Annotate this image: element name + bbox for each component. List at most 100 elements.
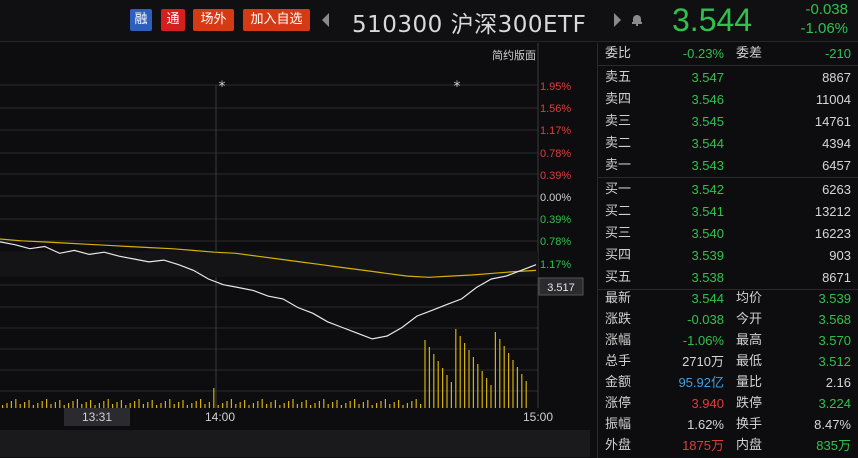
volume-bar — [283, 403, 285, 408]
stat-value: 3.544 — [691, 291, 724, 306]
add-watchlist-button[interactable]: 加入自选 — [243, 9, 310, 31]
stat-row: 外盘 1875万 内盘 835万 — [598, 435, 858, 456]
volume-bar — [477, 364, 479, 408]
volume-bar — [279, 405, 281, 408]
volume-bar — [358, 404, 360, 408]
sell-row[interactable]: 卖三 3.545 14761 — [598, 111, 858, 132]
volume-bar — [248, 405, 250, 408]
buy-row[interactable]: 买五 3.538 8671 — [598, 267, 858, 288]
volume-bar — [59, 400, 61, 408]
volume-bar — [296, 404, 298, 408]
volume-bar — [362, 402, 364, 408]
scale-label: 1.17% — [540, 259, 571, 271]
next-stock-icon[interactable] — [614, 13, 621, 27]
volume-bar — [450, 382, 452, 408]
volume-bar — [81, 404, 83, 408]
volume-bar — [490, 385, 492, 408]
volume-bar — [384, 399, 386, 408]
buy-row[interactable]: 买三 3.540 16223 — [598, 223, 858, 244]
stat-label: 最新 — [605, 291, 632, 306]
volume-bar — [446, 375, 448, 408]
time-label: 13:31 — [82, 410, 112, 424]
volume-bar — [402, 405, 404, 408]
volume-bar — [90, 400, 92, 408]
connect-badge[interactable]: 通 — [161, 9, 185, 31]
volume-bar — [261, 399, 263, 408]
sell-volume: 11004 — [815, 92, 851, 107]
buy-row[interactable]: 买二 3.541 13212 — [598, 201, 858, 222]
buy-price: 3.538 — [691, 270, 724, 285]
volume-bar — [332, 402, 334, 408]
sell-row[interactable]: 卖二 3.544 4394 — [598, 133, 858, 154]
bid-ratio-label: 委比 — [605, 46, 632, 61]
stat-label: 涨停 — [605, 396, 632, 411]
buy-level-label: 买三 — [605, 226, 632, 241]
volume-bar — [468, 350, 470, 408]
volume-bar — [129, 403, 131, 408]
volume-bar — [472, 357, 474, 408]
volume-bar — [125, 405, 127, 408]
intraday-chart[interactable]: 简约版面 * * 1.95% 1.56% 1.17% 0.78% 0.39% 0… — [0, 43, 596, 458]
buy-volume: 13212 — [814, 204, 851, 219]
stat-value: 3.512 — [818, 354, 851, 369]
volume-bar — [94, 405, 96, 408]
volume-bar — [415, 399, 417, 408]
sell-level-label: 卖三 — [605, 114, 632, 129]
stat-row: 振幅 1.62% 换手 8.47% — [598, 414, 858, 435]
margin-badge[interactable]: 融 — [130, 9, 152, 31]
volume-bar — [195, 401, 197, 408]
sell-row[interactable]: 卖四 3.546 11004 — [598, 89, 858, 110]
buy-volume: 16223 — [814, 226, 851, 241]
stat-value: 3.539 — [818, 291, 851, 306]
sell-row[interactable]: 卖一 3.543 6457 — [598, 155, 858, 176]
volume-bar — [376, 403, 378, 408]
volume-bar — [393, 402, 395, 408]
volume-bar — [455, 329, 457, 408]
stat-row: 金额 95.92亿 量比 2.16 — [598, 372, 858, 393]
volume-bar — [310, 405, 312, 408]
volume-bar — [389, 404, 391, 408]
layout-toggle-link[interactable]: 简约版面 — [492, 48, 536, 62]
marker-1: * — [219, 79, 226, 95]
stat-value: 3.940 — [691, 396, 724, 411]
volume-bar — [252, 403, 254, 408]
volume-bar — [301, 402, 303, 408]
volume-bar — [512, 360, 514, 408]
bell-icon[interactable] — [632, 14, 642, 26]
stat-row: 总手 2710万 最低 3.512 — [598, 351, 858, 372]
chart-scrollbar[interactable] — [0, 430, 590, 457]
buy-volume: 8671 — [822, 270, 851, 285]
stat-label: 跌停 — [736, 396, 763, 411]
buy-row[interactable]: 买四 3.539 903 — [598, 245, 858, 266]
stat-value: 835万 — [816, 438, 851, 453]
scale-label: 0.00% — [540, 192, 571, 204]
sell-price: 3.547 — [691, 70, 724, 85]
volume-bar — [222, 403, 224, 408]
stat-label: 今开 — [736, 312, 763, 327]
volume-bar — [120, 400, 122, 408]
stat-label: 内盘 — [736, 438, 763, 453]
stat-label: 外盘 — [605, 438, 632, 453]
volume-bar — [24, 402, 26, 408]
stat-value: -1.06% — [682, 333, 724, 348]
volume-bar — [103, 401, 105, 408]
otc-button[interactable]: 场外 — [193, 9, 234, 31]
volume-bar — [226, 401, 228, 408]
buy-row[interactable]: 买一 3.542 6263 — [598, 179, 858, 200]
sell-row[interactable]: 卖五 3.547 8867 — [598, 67, 858, 88]
volume-bar — [191, 403, 193, 408]
volume-bar — [2, 405, 4, 408]
prev-stock-icon[interactable] — [322, 13, 329, 27]
volume-bar — [164, 401, 166, 408]
volume-bar — [525, 381, 527, 408]
scale-label: 1.56% — [540, 103, 571, 115]
volume-bar — [156, 405, 158, 408]
volume-bar — [28, 400, 30, 408]
volume-bar — [116, 402, 118, 408]
volume-bar — [19, 404, 21, 408]
stat-value: 8.47% — [814, 417, 851, 432]
stat-value: 3.570 — [818, 333, 851, 348]
sell-volume: 14761 — [814, 114, 851, 129]
volume-bar — [182, 400, 184, 408]
change-percent: -1.06% — [800, 20, 848, 37]
